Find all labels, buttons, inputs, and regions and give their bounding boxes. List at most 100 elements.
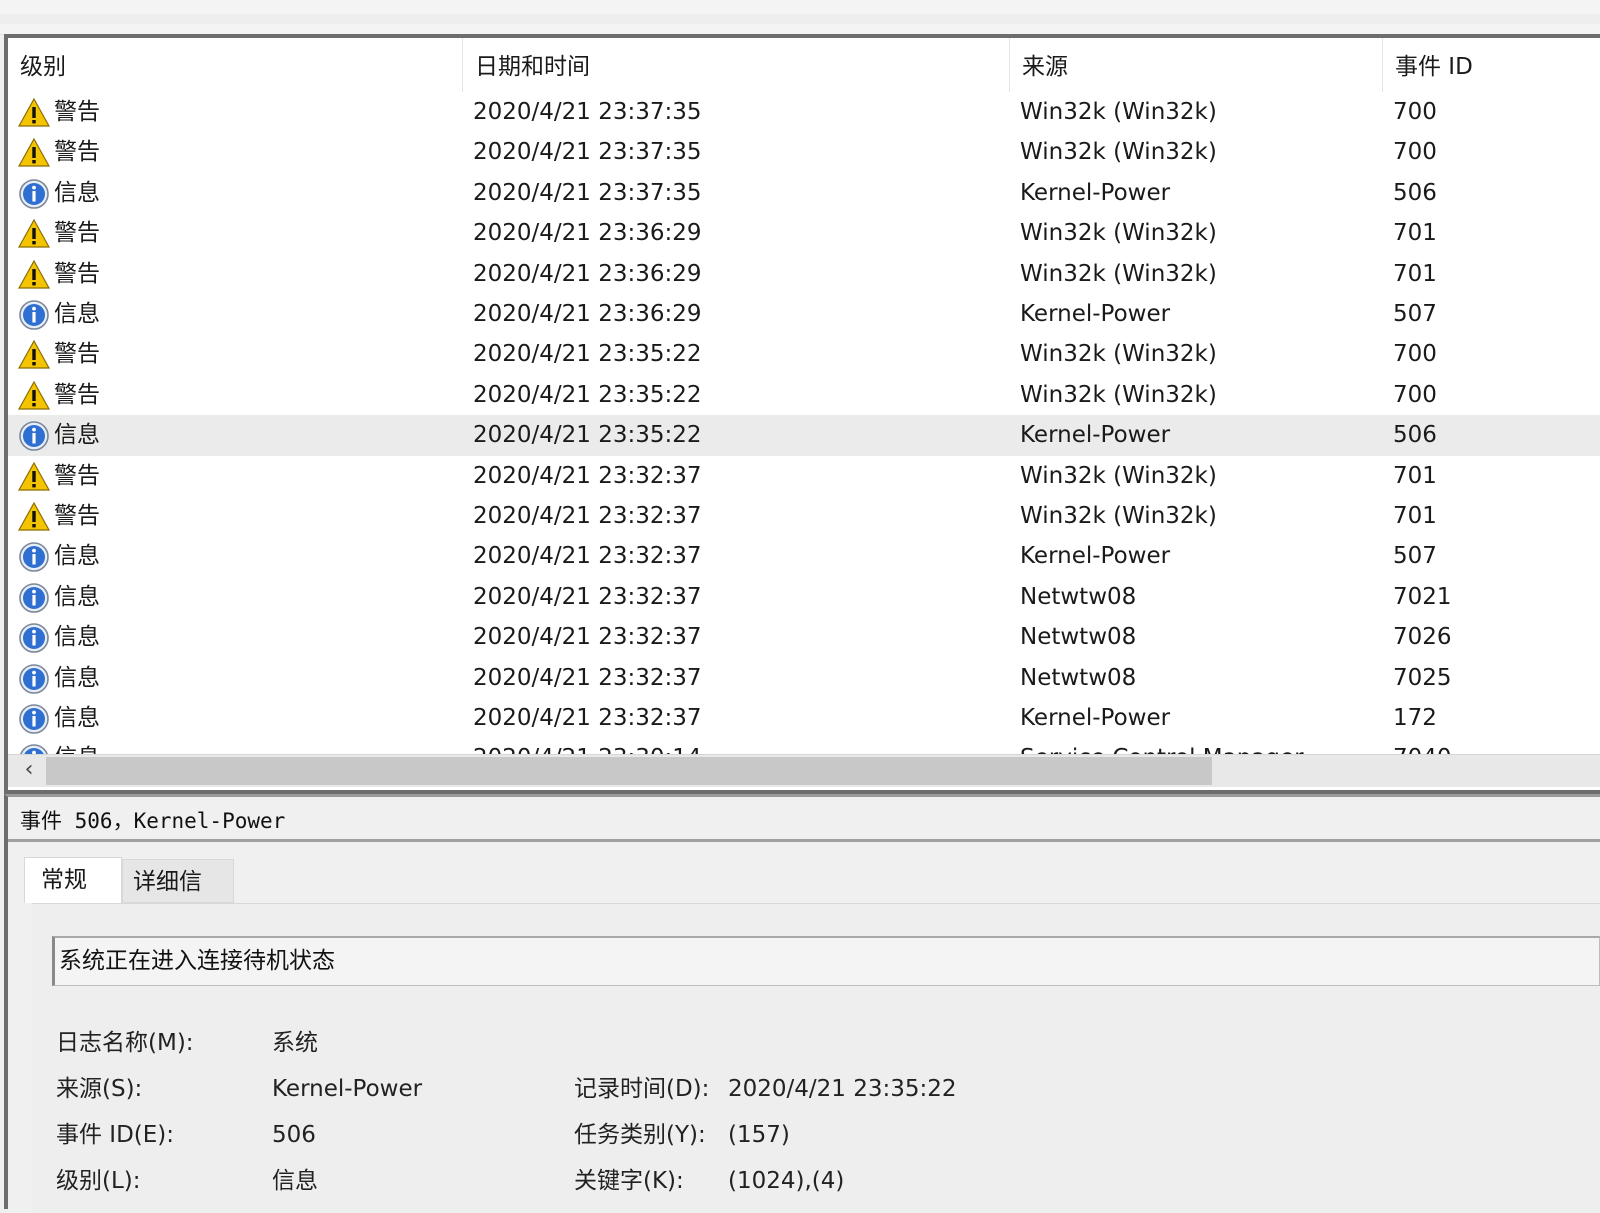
detail-title: 事件 506，Kernel-Power — [20, 809, 286, 833]
datetime-cell: 2020/4/21 23:35:22 — [473, 341, 702, 368]
level-text: 信息 — [54, 664, 100, 691]
log-name-label: 日志名称(M): — [56, 1030, 194, 1056]
level-text: 警告 — [54, 341, 100, 368]
event-id-cell: 7025 — [1393, 664, 1452, 691]
table-row[interactable]: 警告 2020/4/21 23:32:37 Win32k (Win32k) 701 — [8, 496, 1600, 537]
event-id-cell: 507 — [1393, 543, 1437, 570]
datetime-cell: 2020/4/21 23:36:29 — [473, 220, 702, 247]
level-label: 级别(L): — [56, 1168, 141, 1194]
info-icon — [19, 582, 49, 613]
info-icon — [19, 542, 49, 573]
info-icon — [20, 744, 48, 754]
level-text: 警告 — [54, 260, 100, 287]
table-row[interactable]: 信息 2020/4/21 23:36:29 Kernel-Power 507 — [8, 294, 1600, 335]
scrollbar-thumb[interactable] — [46, 757, 1212, 785]
table-row[interactable]: 信息 2020/4/21 23:35:22 Kernel-Power 506 — [8, 415, 1600, 457]
warning-icon — [18, 380, 50, 410]
event-id-cell: 506 — [1393, 422, 1437, 449]
level-text: 警告 — [54, 139, 100, 166]
table-row[interactable]: 信息 2020/4/21 23:37:35 Kernel-Power 506 — [8, 173, 1600, 214]
task-category-value: (157) — [728, 1122, 790, 1148]
info-icon — [19, 421, 49, 451]
table-row[interactable]: 信息 2020/4/21 23:32:37 Kernel-Power 172 — [8, 698, 1600, 739]
datetime-cell: 2020/4/21 23:36:29 — [473, 301, 702, 327]
table-row[interactable]: 警告 2020/4/21 23:37:35 Win32k (Win32k) 700 — [8, 132, 1600, 173]
source-cell: Win32k (Win32k) — [1020, 99, 1217, 125]
level-text: 信息 — [54, 624, 100, 651]
table-row[interactable]: 警告 2020/4/21 23:32:37 Win32k (Win32k) 701 — [8, 456, 1600, 497]
table-row[interactable]: 警告 2020/4/21 23:35:22 Win32k (Win32k) 700 — [8, 375, 1600, 416]
warning-icon — [18, 97, 50, 127]
info-icon — [19, 623, 49, 653]
column-header-source[interactable]: 来源 — [1010, 38, 1383, 92]
table-row[interactable]: 信息 2020/4/21 23:32:37 Netwtw08 7025 — [8, 658, 1600, 699]
level-text: 警告 — [54, 503, 100, 529]
level-text: 警告 — [54, 381, 100, 408]
level-text: 警告 — [54, 220, 100, 247]
level-value: 信息 — [272, 1168, 318, 1194]
table-row[interactable]: 警告 2020/4/21 23:36:29 Win32k (Win32k) 701 — [8, 213, 1600, 254]
table-row[interactable]: 警告 2020/4/21 23:36:29 Win32k (Win32k) 701 — [8, 254, 1600, 295]
table-row[interactable]: 信息 2020/4/21 23:32:37 Netwtw08 7026 — [8, 617, 1600, 658]
source-cell: Win32k (Win32k) — [1020, 462, 1217, 489]
general-tab-content: 系统正在进入连接待机状态 日志名称(M): 系统 来源(S): Kernel-P… — [32, 903, 1600, 1213]
source-cell: Kernel-Power — [1020, 301, 1171, 327]
datetime-cell: 2020/4/21 23:37:35 — [473, 179, 702, 206]
table-row[interactable]: 信息 2020/4/21 23:30:14 Service Control Mana… — [8, 738, 1600, 754]
event-list: 级别 日期和时间 来源 事件 ID 警告 2020/4/21 23:37:35 Wi… — [4, 34, 1600, 794]
event-id-cell: 507 — [1393, 301, 1437, 327]
task-category-label: 任务类别(Y): — [574, 1122, 706, 1148]
logged-value: 2020/4/21 23:35:22 — [728, 1076, 957, 1102]
warning-icon — [18, 461, 50, 491]
event-id-cell: 7021 — [1393, 583, 1452, 610]
column-header-level[interactable]: 级别 — [8, 38, 463, 92]
scroll-left-icon[interactable]: ‹ — [16, 755, 42, 787]
level-text: 信息 — [54, 422, 100, 449]
event-description[interactable]: 系统正在进入连接待机状态 — [52, 936, 1600, 986]
horizontal-scrollbar[interactable]: ‹ — [8, 754, 1600, 787]
event-id-label: 事件 ID(E): — [56, 1122, 175, 1148]
column-header-datetime[interactable]: 日期和时间 — [463, 38, 1010, 92]
datetime-cell: 2020/4/21 23:35:22 — [473, 422, 702, 449]
source-value: Kernel-Power — [272, 1076, 423, 1102]
datetime-cell: 2020/4/21 23:37:35 — [473, 139, 702, 166]
keywords-label: 关键字(K): — [574, 1168, 684, 1194]
source-cell: Kernel-Power — [1020, 179, 1171, 206]
datetime-cell: 2020/4/21 23:32:37 — [473, 664, 702, 691]
source-cell: Win32k (Win32k) — [1020, 139, 1217, 166]
event-id-cell: 172 — [1393, 705, 1437, 731]
level-text: 警告 — [54, 462, 100, 489]
datetime-cell: 2020/4/21 23:32:37 — [473, 583, 702, 610]
warning-icon — [18, 259, 50, 289]
event-id-cell: 700 — [1393, 341, 1437, 368]
level-text: 警告 — [54, 99, 100, 125]
detail-divider — [8, 839, 1600, 842]
source-cell: Kernel-Power — [1020, 422, 1171, 449]
source-cell: Win32k (Win32k) — [1020, 381, 1217, 408]
log-name-value: 系统 — [272, 1030, 318, 1056]
event-list-header: 级别 日期和时间 来源 事件 ID — [8, 38, 1600, 92]
datetime-cell: 2020/4/21 23:32:37 — [473, 462, 702, 489]
event-id-value: 506 — [272, 1122, 316, 1148]
tab-details[interactable]: 详细信息 — [122, 859, 234, 939]
top-band — [0, 0, 1600, 35]
level-text: 信息 — [54, 738, 100, 754]
level-text: 信息 — [54, 543, 100, 570]
column-header-event-id[interactable]: 事件 ID — [1383, 38, 1600, 92]
source-label: 来源(S): — [56, 1076, 143, 1102]
datetime-cell: 2020/4/21 23:32:37 — [473, 503, 702, 529]
warning-icon — [18, 501, 50, 531]
info-icon — [19, 663, 49, 694]
source-cell: Netwtw08 — [1020, 583, 1137, 610]
level-text: 信息 — [54, 705, 100, 731]
table-row[interactable]: 警告 2020/4/21 23:37:35 Win32k (Win32k) 700 — [8, 92, 1600, 133]
keywords-value: (1024),(4) — [728, 1168, 845, 1194]
table-row[interactable]: 警告 2020/4/21 23:35:22 Win32k (Win32k) 700 — [8, 334, 1600, 375]
source-cell: Win32k (Win32k) — [1020, 503, 1217, 529]
table-row[interactable]: 信息 2020/4/21 23:32:37 Kernel-Power 507 — [8, 536, 1600, 577]
event-id-cell: 701 — [1393, 503, 1437, 529]
source-cell: Win32k (Win32k) — [1020, 341, 1217, 368]
tab-general[interactable]: 常规 — [24, 857, 122, 903]
table-row[interactable]: 信息 2020/4/21 23:32:37 Netwtw08 7021 — [8, 577, 1600, 618]
warning-icon — [18, 218, 50, 248]
